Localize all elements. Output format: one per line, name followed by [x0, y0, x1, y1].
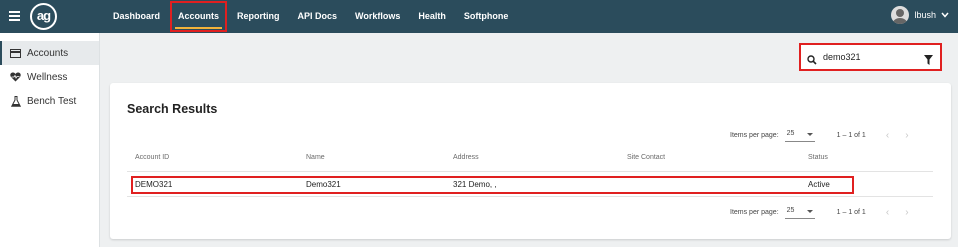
next-page-icon[interactable]: › — [905, 130, 908, 141]
nav-workflows[interactable]: Workflows — [346, 0, 409, 33]
column-header-status[interactable]: Status — [808, 154, 828, 161]
heart-pulse-icon — [10, 72, 21, 83]
prev-page-icon[interactable]: ‹ — [886, 130, 889, 141]
dropdown-caret-icon — [806, 133, 813, 136]
user-name: lbush — [914, 10, 936, 20]
column-header-address[interactable]: Address — [453, 154, 479, 161]
sidebar-item-label: Wellness — [27, 71, 68, 83]
next-page-icon[interactable]: › — [905, 207, 908, 218]
paginator-top: Items per page: 25 1 – 1 of 1 ‹ › — [730, 128, 925, 142]
items-per-page-label: Items per page: — [730, 131, 779, 139]
page-range: 1 – 1 of 1 — [836, 208, 866, 216]
page-title: Search Results — [127, 102, 218, 116]
sidebar-item-bench-test[interactable]: Bench Test — [0, 89, 99, 113]
sidebar-item-label: Bench Test — [27, 95, 77, 107]
cell-account-id: DEMO321 — [135, 180, 173, 189]
nav-health[interactable]: Health — [409, 0, 455, 33]
page-range: 1 – 1 of 1 — [836, 131, 866, 139]
cell-name: Demo321 — [306, 180, 341, 189]
items-per-page-label: Items per page: — [730, 208, 779, 216]
dropdown-caret-icon — [806, 210, 813, 213]
avatar — [891, 6, 910, 24]
cell-status: Active — [808, 180, 830, 189]
filter-icon[interactable] — [924, 52, 933, 70]
search-icon — [807, 52, 817, 70]
cell-address: 321 Demo, , — [453, 180, 497, 189]
page-size-value: 25 — [786, 207, 795, 214]
paginator-bottom: Items per page: 25 1 – 1 of 1 ‹ › — [730, 205, 925, 219]
column-header-site-contact[interactable]: Site Contact — [627, 154, 665, 161]
sidebar-item-label: Accounts — [27, 47, 69, 59]
flask-icon — [10, 95, 21, 107]
account-search-box — [799, 43, 942, 71]
user-menu[interactable]: lbush — [891, 6, 949, 24]
search-results-card: Search Results Items per page: 25 1 – 1 … — [110, 83, 951, 239]
hamburger-menu-icon[interactable] — [9, 11, 20, 21]
sidebar-item-accounts[interactable]: Accounts — [0, 41, 99, 65]
column-header-name[interactable]: Name — [306, 154, 325, 161]
prev-page-icon[interactable]: ‹ — [886, 207, 889, 218]
top-navbar: ag Dashboard Accounts Reporting API Docs… — [0, 0, 958, 33]
page-size-value: 25 — [786, 130, 795, 137]
sidebar-item-wellness[interactable]: Wellness — [0, 65, 99, 89]
header-divider — [127, 171, 933, 172]
column-header-account-id[interactable]: Account ID — [135, 154, 169, 161]
app-logo[interactable]: ag — [30, 3, 57, 30]
nav-api-docs[interactable]: API Docs — [289, 0, 347, 33]
sidebar: Accounts Wellness Bench Test — [0, 33, 100, 247]
page-size-select[interactable]: 25 — [784, 205, 815, 219]
card-icon — [10, 48, 21, 59]
search-input[interactable] — [823, 50, 913, 64]
row-divider — [127, 196, 933, 197]
nav-reporting[interactable]: Reporting — [228, 0, 289, 33]
nav-dashboard[interactable]: Dashboard — [104, 0, 169, 33]
nav-softphone[interactable]: Softphone — [455, 0, 518, 33]
chevron-down-icon — [941, 10, 949, 20]
page-size-select[interactable]: 25 — [784, 128, 815, 142]
main-nav: Dashboard Accounts Reporting API Docs Wo… — [104, 0, 517, 33]
nav-accounts[interactable]: Accounts — [169, 0, 228, 33]
